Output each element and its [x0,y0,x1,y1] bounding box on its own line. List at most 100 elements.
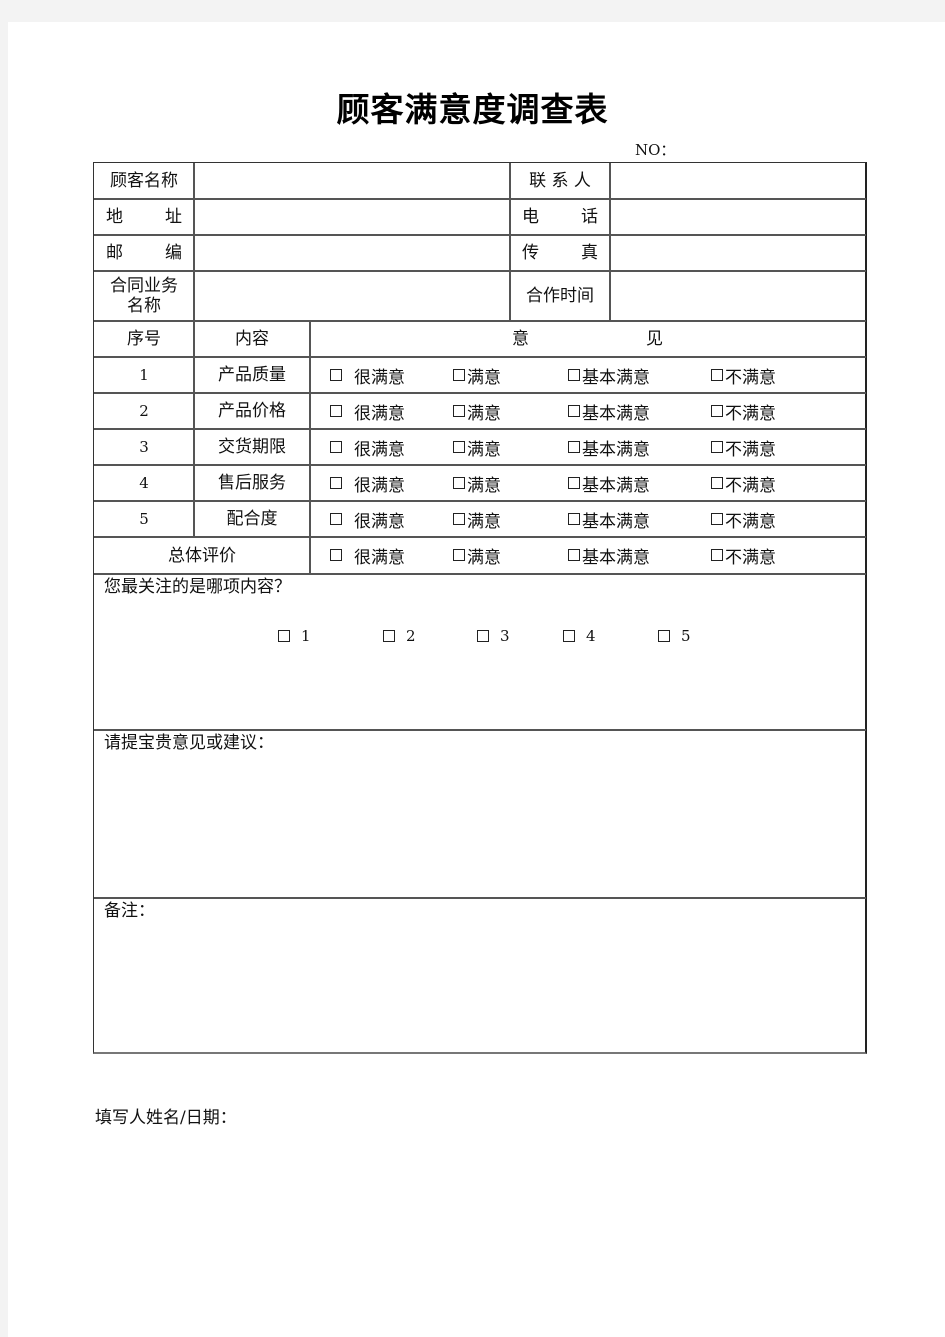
rating-option-3[interactable]: 基本满意 [568,437,650,460]
rating-option-4[interactable]: 不满意 [711,437,776,460]
checkbox-icon[interactable] [568,369,580,381]
item-content: 配合度 [226,509,278,529]
rating-option-1[interactable]: 很满意 [330,365,405,388]
focus-question-label: 您最关注的是哪项内容？ [104,577,291,597]
checkbox-icon[interactable] [453,477,465,489]
overall-evaluation-label: 总体评价 [168,545,236,566]
checkbox-icon[interactable] [568,441,580,453]
rating-option-1[interactable]: 很满意 [330,473,405,496]
rating-option-4[interactable]: 不满意 [711,365,776,388]
checkbox-icon[interactable] [330,549,342,561]
rating-option-label: 不满意 [725,547,776,568]
checkbox-icon[interactable] [330,369,342,381]
item-content: 售后服务 [218,473,286,493]
checkbox-icon[interactable] [658,630,670,642]
rating-option-label: 基本满意 [582,439,650,460]
checkbox-icon[interactable] [453,405,465,417]
remarks-textarea[interactable] [102,927,857,1047]
checkbox-icon[interactable] [330,477,342,489]
checkbox-icon[interactable] [568,405,580,417]
phone-input[interactable] [611,200,865,234]
checkbox-icon[interactable] [278,630,290,642]
rating-option-label: 不满意 [725,367,776,388]
rating-option-4[interactable]: 不满意 [711,509,776,532]
focus-choice-5[interactable]: 5 [658,627,691,645]
rating-option-2[interactable]: 满意 [453,473,501,496]
cooperation-time-input[interactable] [611,272,865,320]
focus-choice-label: 2 [406,627,416,645]
checkbox-icon[interactable] [453,513,465,525]
focus-choice-2[interactable]: 2 [383,627,416,645]
checkbox-icon[interactable] [453,549,465,561]
checkbox-icon[interactable] [330,405,342,417]
rating-option-2[interactable]: 满意 [453,509,501,532]
rating-option-4[interactable]: 不满意 [711,545,776,568]
checkbox-icon[interactable] [568,513,580,525]
content-header: 内容 [235,329,269,349]
rating-option-label: 基本满意 [582,403,650,424]
checkbox-icon[interactable] [711,441,723,453]
rating-option-label: 很满意 [354,511,405,532]
item-seq: 3 [139,438,149,456]
rating-option-label: 基本满意 [582,511,650,532]
customer-name-input[interactable] [195,164,509,198]
checkbox-icon[interactable] [568,549,580,561]
rating-option-label: 很满意 [354,439,405,460]
checkbox-icon[interactable] [568,477,580,489]
rating-option-2[interactable]: 满意 [453,365,501,388]
item-seq: 2 [139,402,149,420]
contract-business-name-label: 合同业务 名称 [94,271,194,321]
checkbox-icon[interactable] [711,513,723,525]
rating-option-1[interactable]: 很满意 [330,401,405,424]
checkbox-icon[interactable] [330,441,342,453]
rating-option-2[interactable]: 满意 [453,545,501,568]
focus-choice-4[interactable]: 4 [563,627,596,645]
address-label-part: 址 [165,207,182,227]
rating-option-3[interactable]: 基本满意 [568,545,650,568]
cooperation-time-label: 合作时间 [526,286,594,306]
checkbox-icon[interactable] [477,630,489,642]
address-input[interactable] [195,200,509,234]
contact-person-input[interactable] [611,164,865,198]
seq-header: 序号 [127,329,161,349]
contact-person-label: 联 系 人 [529,171,591,191]
rating-option-3[interactable]: 基本满意 [568,365,650,388]
rating-option-1[interactable]: 很满意 [330,437,405,460]
rating-option-4[interactable]: 不满意 [711,473,776,496]
phone-label-part: 话 [581,207,598,227]
checkbox-icon[interactable] [330,513,342,525]
focus-choice-1[interactable]: 1 [278,627,311,645]
rating-option-1[interactable]: 很满意 [330,509,405,532]
checkbox-icon[interactable] [563,630,575,642]
item-content: 产品质量 [218,365,286,385]
rating-option-label: 基本满意 [582,475,650,496]
suggestions-textarea[interactable] [102,759,857,893]
rating-option-2[interactable]: 满意 [453,437,501,460]
checkbox-icon[interactable] [711,369,723,381]
checkbox-icon[interactable] [711,405,723,417]
focus-choice-3[interactable]: 3 [477,627,510,645]
postcode-label-part: 编 [165,243,182,263]
fax-label: 传 真 [510,235,610,271]
signer-name-date-label: 填写人姓名/日期： [95,1108,237,1128]
postcode-input[interactable] [195,236,509,270]
checkbox-icon[interactable] [383,630,395,642]
page-title: 顾客满意度调查表 [336,90,609,129]
rating-option-label: 很满意 [354,547,405,568]
checkbox-icon[interactable] [453,441,465,453]
rating-option-label: 满意 [467,475,501,496]
rating-option-3[interactable]: 基本满意 [568,401,650,424]
contract-label-line: 名称 [127,296,161,316]
fax-input[interactable] [611,236,865,270]
checkbox-icon[interactable] [711,549,723,561]
checkbox-icon[interactable] [453,369,465,381]
rating-option-1[interactable]: 很满意 [330,545,405,568]
rating-option-label: 满意 [467,511,501,532]
rating-option-3[interactable]: 基本满意 [568,509,650,532]
checkbox-icon[interactable] [711,477,723,489]
rating-option-4[interactable]: 不满意 [711,401,776,424]
rating-option-3[interactable]: 基本满意 [568,473,650,496]
contract-business-name-input[interactable] [195,272,509,320]
rating-option-label: 基本满意 [582,547,650,568]
rating-option-2[interactable]: 满意 [453,401,501,424]
